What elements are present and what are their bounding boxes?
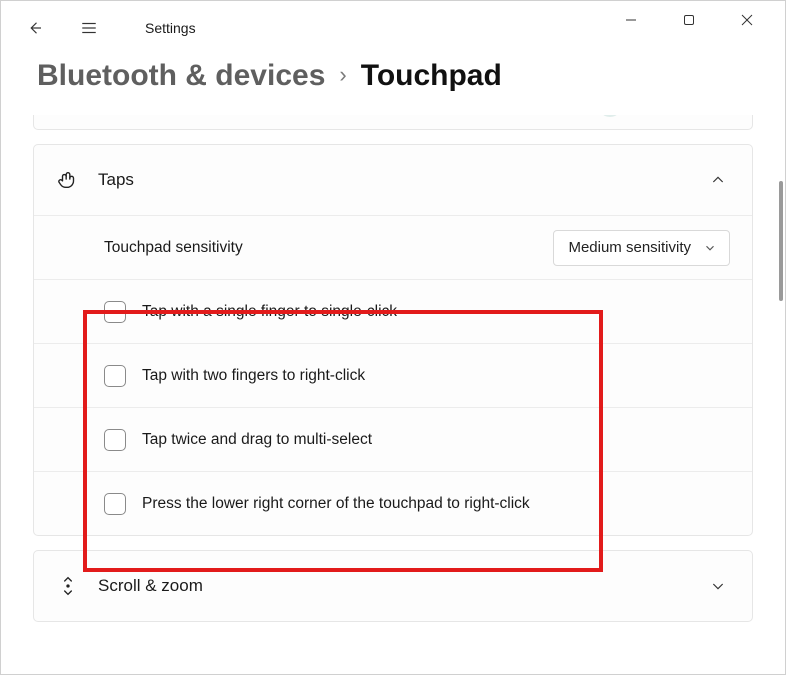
taps-title: Taps [98, 170, 688, 190]
back-button[interactable] [15, 8, 55, 48]
minimize-button[interactable] [611, 5, 651, 35]
close-button[interactable] [727, 5, 767, 35]
checkbox-tap-drag[interactable] [104, 429, 126, 451]
scroll-icon [56, 574, 80, 598]
checkbox-corner-click[interactable] [104, 493, 126, 515]
settings-window: Settings Bluetooth & devices › Touchpad … [0, 0, 786, 675]
panel-taps-header[interactable]: Taps [34, 145, 752, 215]
tap-single-label: Tap with a single finger to single-click [142, 303, 730, 321]
scroll-zoom-title: Scroll & zoom [98, 576, 688, 596]
menu-button[interactable] [69, 8, 109, 48]
tap-icon [56, 168, 80, 192]
row-corner-click[interactable]: Press the lower right corner of the touc… [34, 471, 752, 535]
tap-two-label: Tap with two fingers to right-click [142, 367, 730, 385]
breadcrumb: Bluetooth & devices › Touchpad [1, 49, 785, 102]
app-title: Settings [145, 20, 196, 36]
chevron-right-icon: › [337, 63, 348, 87]
sensitivity-value: Medium sensitivity [568, 239, 691, 256]
row-tap-drag[interactable]: Tap twice and drag to multi-select [34, 407, 752, 471]
scrollbar[interactable] [779, 181, 783, 301]
checkbox-tap-single[interactable] [104, 301, 126, 323]
row-tap-single[interactable]: Tap with a single finger to single-click [34, 279, 752, 343]
row-sensitivity: Touchpad sensitivity Medium sensitivity [34, 215, 752, 279]
chevron-down-icon [706, 574, 730, 598]
content-area: Cursor speed Taps [33, 115, 753, 666]
cursor-icon [56, 115, 80, 117]
sensitivity-label: Touchpad sensitivity [104, 239, 553, 257]
tap-drag-label: Tap twice and drag to multi-select [142, 431, 730, 449]
panel-cursor-speed[interactable]: Cursor speed [33, 115, 753, 130]
row-tap-two[interactable]: Tap with two fingers to right-click [34, 343, 752, 407]
panel-taps: Taps Touchpad sensitivity Medium sensiti… [33, 144, 753, 536]
checkbox-tap-two[interactable] [104, 365, 126, 387]
window-controls [611, 1, 785, 39]
panel-scroll-zoom[interactable]: Scroll & zoom [33, 550, 753, 622]
corner-click-label: Press the lower right corner of the touc… [142, 495, 730, 513]
breadcrumb-current: Touchpad [361, 59, 502, 92]
sensitivity-dropdown[interactable]: Medium sensitivity [553, 230, 730, 266]
breadcrumb-parent[interactable]: Bluetooth & devices [37, 59, 325, 92]
maximize-button[interactable] [669, 5, 709, 35]
chevron-up-icon [706, 168, 730, 192]
